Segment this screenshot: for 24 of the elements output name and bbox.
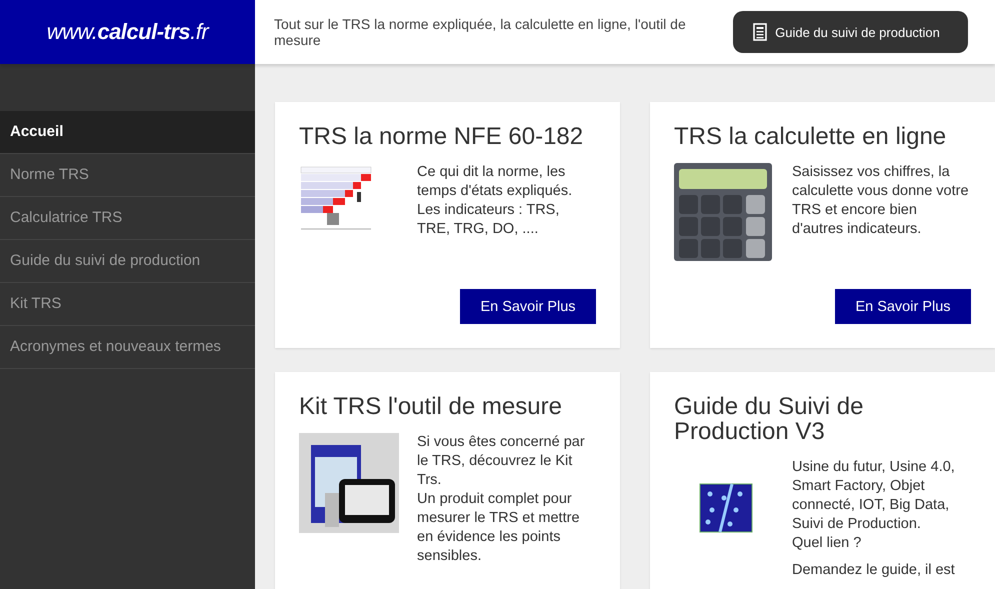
guide-button[interactable]: Guide du suivi de production bbox=[733, 11, 968, 53]
document-icon bbox=[753, 23, 767, 41]
card-title: Kit TRS l'outil de mesure bbox=[299, 394, 563, 419]
card-text: Ce qui dit la norme, les temps d'états expliqués. Les indicateurs : TRS, TRE, TRG, DO, .... bbox=[417, 163, 574, 239]
card-text: Saisissez vos chiffres, la calculette vous donne votre TRS et encore bien d'autres indicateurs. bbox=[792, 163, 970, 239]
card-text: Usine du futur, Usine 4.0, Smart Factory, Objet connecté, IOT, Big Data, Suivi de Production. bbox=[792, 458, 956, 534]
sidebar-item[interactable]: Accueil bbox=[0, 111, 255, 154]
card-title: Guide du Suivi de Production V3 bbox=[674, 394, 864, 444]
sidebar-item[interactable]: Acronymes et nouveaux termes bbox=[0, 326, 255, 369]
card-text: Quel lien ? bbox=[792, 534, 862, 553]
sidebar-item[interactable]: Kit TRS bbox=[0, 283, 255, 326]
sidebar-item[interactable]: Guide du suivi de production bbox=[0, 240, 255, 283]
tagline: Tout sur le TRS la norme expliquée, la calculette en ligne, l'outil de mesure bbox=[274, 16, 687, 48]
learn-more-button[interactable]: En Savoir Plus bbox=[835, 289, 971, 324]
calculator-icon bbox=[674, 163, 772, 261]
sidebar-item[interactable]: Norme TRS bbox=[0, 154, 255, 197]
card-title: TRS la calculette en ligne bbox=[674, 124, 948, 149]
card-text: Un produit complet pour mesurer le TRS et mettre en évidence les points sensibles. bbox=[417, 490, 581, 566]
card-text: Si vous êtes concerné par le TRS, découvrez le Kit Trs. bbox=[417, 433, 586, 490]
card-text: Demandez le guide, il est bbox=[792, 561, 956, 580]
sidebar-item[interactable]: Calculatrice TRS bbox=[0, 197, 255, 240]
learn-more-button[interactable]: En Savoir Plus bbox=[460, 289, 596, 324]
card-title: TRS la norme NFE 60-182 bbox=[299, 124, 584, 149]
site-logo[interactable]: www.calcul-trs.fr bbox=[0, 0, 255, 64]
